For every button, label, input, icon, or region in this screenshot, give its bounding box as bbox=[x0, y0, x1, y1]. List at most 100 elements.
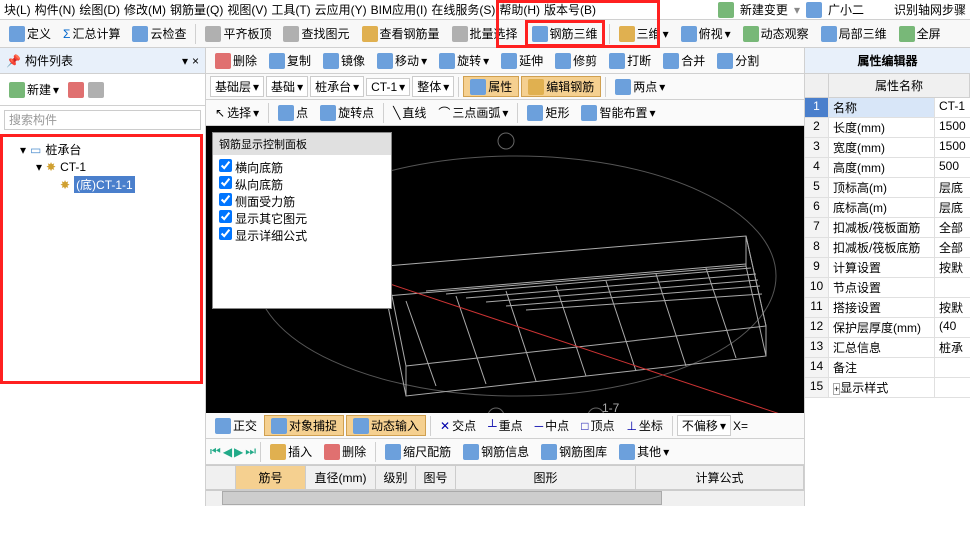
col-grade[interactable]: 级别 bbox=[376, 466, 416, 489]
col-diameter[interactable]: 直径(mm) bbox=[306, 466, 376, 489]
view-rebar-button[interactable]: 查看钢筋量 bbox=[357, 22, 445, 45]
calc-button[interactable]: Σ汇总计算 bbox=[58, 22, 125, 45]
dyn-input-toggle[interactable]: 动态输入 bbox=[346, 415, 426, 436]
coord-snap[interactable]: ⊥坐标 bbox=[621, 414, 667, 437]
delete-icon[interactable] bbox=[68, 82, 84, 98]
property-row[interactable]: 4高度(mm)500 bbox=[805, 158, 970, 178]
menu-item[interactable]: 块(L) bbox=[4, 1, 31, 18]
two-point-button[interactable]: 两点▾ bbox=[610, 75, 670, 98]
property-row[interactable]: 2长度(mm)1500 bbox=[805, 118, 970, 138]
cloud-check-button[interactable]: 云检查 bbox=[127, 22, 191, 45]
checkbox-item[interactable]: 显示详细公式 bbox=[219, 227, 385, 244]
property-row[interactable]: 13汇总信息桩承 bbox=[805, 338, 970, 358]
col-formula[interactable]: 计算公式 bbox=[636, 466, 804, 489]
new-change[interactable]: 新建变更 bbox=[740, 1, 788, 18]
level-dropdown[interactable]: 基础层▾ bbox=[210, 76, 264, 97]
flat-top-button[interactable]: 平齐板顶 bbox=[200, 22, 276, 45]
extend-button[interactable]: 延伸 bbox=[496, 49, 548, 72]
menu-item[interactable]: 版本号(B) bbox=[544, 1, 596, 18]
menu-item[interactable]: 视图(V) bbox=[227, 1, 267, 18]
line-button[interactable]: ╲直线 bbox=[388, 101, 431, 124]
vertex-snap[interactable]: □顶点 bbox=[576, 414, 619, 437]
merge-button[interactable]: 合并 bbox=[658, 49, 710, 72]
next-icon[interactable]: ▶ bbox=[234, 445, 243, 459]
view-3d-button[interactable]: 三维▾ bbox=[614, 22, 674, 45]
copy-button[interactable]: 复制 bbox=[264, 49, 316, 72]
close-icon[interactable]: × bbox=[192, 54, 199, 68]
arc-button[interactable]: ⌒三点画弧▾ bbox=[433, 101, 513, 124]
whole-dropdown[interactable]: 整体▾ bbox=[412, 76, 454, 97]
delete-button[interactable]: 删除 bbox=[210, 49, 262, 72]
split-button[interactable]: 分割 bbox=[712, 49, 764, 72]
attr-button[interactable]: 属性 bbox=[463, 76, 519, 97]
checkbox-item[interactable]: 侧面受力筋 bbox=[219, 193, 385, 210]
find-element-button[interactable]: 查找图元 bbox=[278, 22, 354, 45]
rebar-info-button[interactable]: 钢筋信息 bbox=[458, 440, 534, 463]
3d-viewport[interactable]: 1-7 z 钢筋显示控制面板 横向底筋 纵向底筋 侧面受力筋 显示其它图元 显 bbox=[206, 126, 804, 413]
category-dropdown[interactable]: 基础▾ bbox=[266, 76, 308, 97]
prev-icon[interactable]: ◀ bbox=[223, 445, 232, 459]
perp-snap[interactable]: ┴重点 bbox=[483, 414, 528, 437]
top-view-button[interactable]: 俯视▾ bbox=[676, 22, 736, 45]
dynamic-observe-button[interactable]: 动态观察 bbox=[738, 22, 814, 45]
insert-button[interactable]: 插入 bbox=[265, 440, 317, 463]
offset-dropdown[interactable]: 不偏移▾ bbox=[677, 415, 731, 436]
other-button[interactable]: 其他▾ bbox=[614, 440, 674, 463]
pin-icon[interactable]: 📌 bbox=[6, 54, 21, 68]
menu-item[interactable]: 绘图(D) bbox=[79, 1, 120, 18]
menu-item[interactable]: BIM应用(I) bbox=[371, 1, 428, 18]
rotate-button[interactable]: 旋转▾ bbox=[434, 49, 494, 72]
copy-icon[interactable] bbox=[88, 82, 104, 98]
property-row[interactable]: 9计算设置按默 bbox=[805, 258, 970, 278]
local-3d-button[interactable]: 局部三维 bbox=[816, 22, 892, 45]
scale-rebar-button[interactable]: 缩尺配筋 bbox=[380, 440, 456, 463]
property-row[interactable]: 7扣减板/筏板面筋全部 bbox=[805, 218, 970, 238]
menu-item[interactable]: 帮助(H) bbox=[499, 1, 540, 18]
menu-item[interactable]: 云应用(Y) bbox=[315, 1, 367, 18]
property-row[interactable]: 8扣减板/筏板底筋全部 bbox=[805, 238, 970, 258]
property-row[interactable]: 11搭接设置按默 bbox=[805, 298, 970, 318]
user-name[interactable]: 广小二 bbox=[828, 1, 864, 18]
menu-item[interactable]: 修改(M) bbox=[124, 1, 166, 18]
property-row[interactable]: 6底标高(m)层底 bbox=[805, 198, 970, 218]
rebar-3d-button[interactable]: 钢筋三维 bbox=[525, 20, 605, 47]
pane-options-icon[interactable]: ▾ bbox=[182, 54, 188, 68]
property-row[interactable]: 10节点设置 bbox=[805, 278, 970, 298]
property-row[interactable]: 12保护层厚度(mm)(40 bbox=[805, 318, 970, 338]
define-button[interactable]: 定义 bbox=[4, 22, 56, 45]
component-dropdown[interactable]: CT-1▾ bbox=[366, 78, 410, 96]
rebar-lib-button[interactable]: 钢筋图库 bbox=[536, 440, 612, 463]
menu-item[interactable]: 工具(T) bbox=[271, 1, 310, 18]
property-row[interactable]: 3宽度(mm)1500 bbox=[805, 138, 970, 158]
rotate-point-button[interactable]: 旋转点 bbox=[315, 101, 379, 124]
edit-rebar-button[interactable]: 编辑钢筋 bbox=[521, 76, 601, 97]
trim-button[interactable]: 修剪 bbox=[550, 49, 602, 72]
property-row[interactable]: 14备注 bbox=[805, 358, 970, 378]
rect-button[interactable]: 矩形 bbox=[522, 101, 574, 124]
type-dropdown[interactable]: 桩承台▾ bbox=[310, 76, 364, 97]
col-figno[interactable]: 图号 bbox=[416, 466, 456, 489]
break-button[interactable]: 打断 bbox=[604, 49, 656, 72]
checkbox-item[interactable]: 纵向底筋 bbox=[219, 176, 385, 193]
checkbox-item[interactable]: 横向底筋 bbox=[219, 159, 385, 176]
checkbox-item[interactable]: 显示其它图元 bbox=[219, 210, 385, 227]
delete-row-button[interactable]: 删除 bbox=[319, 440, 371, 463]
point-button[interactable]: 点 bbox=[273, 101, 313, 124]
ortho-toggle[interactable]: 正交 bbox=[210, 414, 262, 437]
intersection-snap[interactable]: ✕交点 bbox=[435, 414, 481, 437]
h-scrollbar[interactable] bbox=[206, 490, 804, 506]
mirror-button[interactable]: 镜像 bbox=[318, 49, 370, 72]
mid-snap[interactable]: ─中点 bbox=[530, 414, 575, 437]
property-row[interactable]: 5顶标高(m)层底 bbox=[805, 178, 970, 198]
select-button[interactable]: ↖选择▾ bbox=[210, 101, 264, 124]
axis-guide-link[interactable]: 识别轴网步骤 bbox=[894, 1, 966, 18]
smart-layout-button[interactable]: 智能布置▾ bbox=[576, 101, 660, 124]
snap-toggle[interactable]: 对象捕捉 bbox=[264, 415, 344, 436]
menu-item[interactable]: 在线服务(S) bbox=[431, 1, 495, 18]
col-figure[interactable]: 图形 bbox=[456, 466, 636, 489]
first-icon[interactable]: ⏮ bbox=[210, 444, 221, 459]
search-input[interactable]: 搜索构件 bbox=[4, 110, 201, 130]
move-button[interactable]: 移动▾ bbox=[372, 49, 432, 72]
menu-item[interactable]: 构件(N) bbox=[35, 1, 76, 18]
property-row[interactable]: 15+显示样式 bbox=[805, 378, 970, 398]
